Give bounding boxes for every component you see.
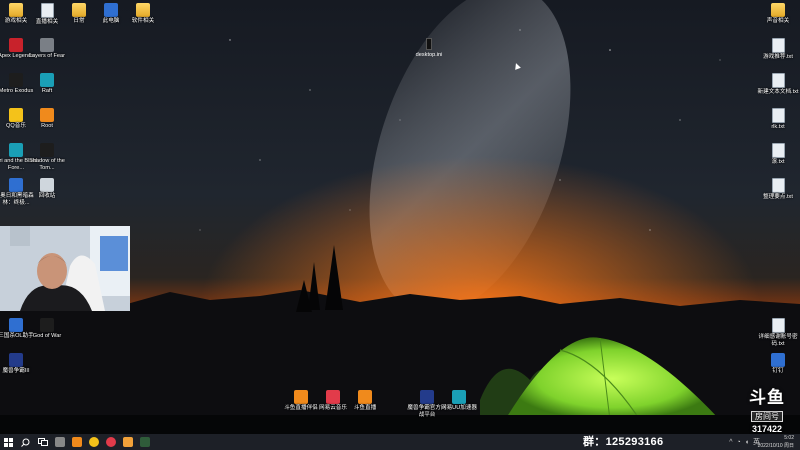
desktop-shortcut-label: 网易UU加速器 xyxy=(440,405,478,411)
netease-music-icon xyxy=(326,390,340,404)
document-icon xyxy=(40,3,54,18)
desktop-shortcut[interactable]: Root xyxy=(25,108,69,130)
settings-file-icon xyxy=(426,38,432,50)
text-file-icon xyxy=(771,178,785,193)
desktop-shortcut-label: 回收站 xyxy=(38,193,56,199)
root-icon xyxy=(40,108,54,122)
desktop-shortcut[interactable]: Raft xyxy=(25,73,69,95)
recycle-bin-icon xyxy=(40,178,54,192)
desktop-shortcut[interactable]: 软件相关 xyxy=(121,3,165,25)
desktop-shortcut-label: 游戏推荐.txt xyxy=(763,54,793,60)
desktop-shortcut[interactable]: 钉钉 xyxy=(756,353,800,375)
text-file-icon xyxy=(771,143,785,158)
text-file-icon xyxy=(771,38,785,53)
apex-legends-icon xyxy=(9,38,23,52)
desktop-shortcut[interactable]: 详细感谢账号密码.txt xyxy=(756,318,800,348)
folder-icon xyxy=(72,3,86,17)
desktop-shortcut-label: 此电脑 xyxy=(102,18,120,24)
desktop-shortcut-label: 滚.txt xyxy=(771,159,785,165)
desktop-shortcut[interactable]: God of War xyxy=(25,318,69,340)
desktop-shortcut-label: rlk.txt xyxy=(771,124,785,130)
desktop-shortcut-label: 魔兽争霸III xyxy=(2,368,30,374)
game-icon[interactable] xyxy=(119,434,136,450)
desktop-shortcut[interactable]: 斗鱼直播 xyxy=(343,390,387,412)
desktop-shortcut-label: 整理要点.txt xyxy=(763,194,793,200)
streamer-camera-feed xyxy=(0,226,130,311)
desktop-shortcut-label: 游戏相关 xyxy=(4,18,28,24)
desktop-shortcut-label: 斗鱼直播 xyxy=(353,405,377,411)
folder-icon xyxy=(9,3,23,17)
chevron-up-icon[interactable]: ^ xyxy=(729,439,732,446)
desktop-shortcut-label: Raft xyxy=(41,88,53,94)
desktop-shortcut[interactable]: 滚.txt xyxy=(756,143,800,166)
chrome-icon[interactable] xyxy=(85,434,102,450)
desktop-shortcut[interactable]: 魔兽争霸III xyxy=(0,353,38,375)
god-of-war-icon xyxy=(40,318,54,332)
desktop-shortcut-label: 日常 xyxy=(73,18,85,24)
douyu-live-icon xyxy=(358,390,372,404)
desktop-shortcut-label: 直播相关 xyxy=(35,19,59,25)
metro-exodus-icon xyxy=(9,73,23,87)
warcraft-platform-icon xyxy=(420,390,434,404)
text-file-icon xyxy=(771,318,785,333)
sanguosha-icon xyxy=(9,318,23,332)
qq-music-icon xyxy=(9,108,23,122)
volume-icon[interactable]: ◖ xyxy=(745,439,749,446)
warcraft-icon[interactable] xyxy=(136,434,153,450)
task-view-icon[interactable] xyxy=(34,434,51,450)
desktop-shortcut[interactable]: 新建文本文档.txt xyxy=(756,73,800,96)
desktop-shortcut[interactable]: Shadow of the Tom... xyxy=(25,143,69,172)
desktop-shortcut-label: Shadow of the Tom... xyxy=(29,158,65,171)
desktop-file-selected[interactable]: desktop.ini xyxy=(413,38,445,58)
netease-music-icon[interactable] xyxy=(102,434,119,450)
search-icon[interactable] xyxy=(17,434,34,450)
room-number-label: 房间号 xyxy=(751,411,783,422)
desktop-shortcut[interactable]: Layers of Fear xyxy=(25,38,69,60)
warcraft-icon xyxy=(9,353,23,367)
desktop-shortcut-label: God of War xyxy=(32,333,62,339)
taskbar xyxy=(0,434,800,450)
windows-start-icon[interactable] xyxy=(0,434,17,450)
desktop-file-label: desktop.ini xyxy=(415,52,443,58)
desktop-shortcut-label: 软件相关 xyxy=(131,18,155,24)
desktop-shortcut[interactable]: 网易UU加速器 xyxy=(437,390,481,412)
desktop-shortcut-label: Root xyxy=(41,123,53,129)
layers-of-fear-icon xyxy=(40,38,54,52)
douyu-room-watermark: 斗鱼 房间号 317422 xyxy=(738,388,796,434)
folder-icon xyxy=(136,3,150,17)
desktop-shortcut[interactable]: 整理要点.txt xyxy=(756,178,800,201)
text-file-icon xyxy=(771,108,785,123)
qq-group-overlay: 群：125293166 xyxy=(583,436,664,448)
clock-time: 5:02 xyxy=(784,435,794,441)
douyu-companion-icon xyxy=(294,390,308,404)
douyu-icon[interactable] xyxy=(68,434,85,450)
desktop-shortcut[interactable]: rlk.txt xyxy=(756,108,800,131)
ori-de-icon xyxy=(9,178,23,192)
ori-icon xyxy=(9,143,23,157)
desktop-shortcut-label: Layers of Fear xyxy=(28,53,66,59)
dingtalk-icon xyxy=(771,353,785,367)
webcam-overlay xyxy=(0,226,130,311)
text-file-icon xyxy=(771,73,785,88)
shadow-tomb-raider-icon xyxy=(40,143,54,157)
douyu-logo: 斗鱼 xyxy=(749,388,785,407)
uu-accelerator-icon xyxy=(452,390,466,404)
raft-icon xyxy=(40,73,54,87)
folder-icon xyxy=(771,3,785,17)
desktop-shortcut-label: QQ音乐 xyxy=(6,123,26,129)
desktop-shortcut[interactable]: 游戏推荐.txt xyxy=(756,38,800,61)
taskbar-clock[interactable]: 5:02 2022/10/10 周日 xyxy=(758,434,794,450)
desktop-shortcut-label: 详细感谢账号密码.txt xyxy=(758,334,798,347)
file-explorer-icon[interactable] xyxy=(51,434,68,450)
network-icon[interactable]: ◔ xyxy=(737,439,741,446)
clock-date: 2022/10/10 周日 xyxy=(757,443,794,449)
desktop-shortcut-label: 声音相关 xyxy=(766,18,790,24)
desktop-shortcut-label: 新建文本文档.txt xyxy=(757,89,799,95)
desktop-shortcut-label: 钉钉 xyxy=(772,368,784,374)
desktop-shortcut[interactable]: 回收站 xyxy=(25,178,69,200)
this-pc-icon xyxy=(104,3,118,17)
desktop-wallpaper xyxy=(0,0,800,434)
desktop-shortcut[interactable]: 声音相关 xyxy=(756,3,800,25)
